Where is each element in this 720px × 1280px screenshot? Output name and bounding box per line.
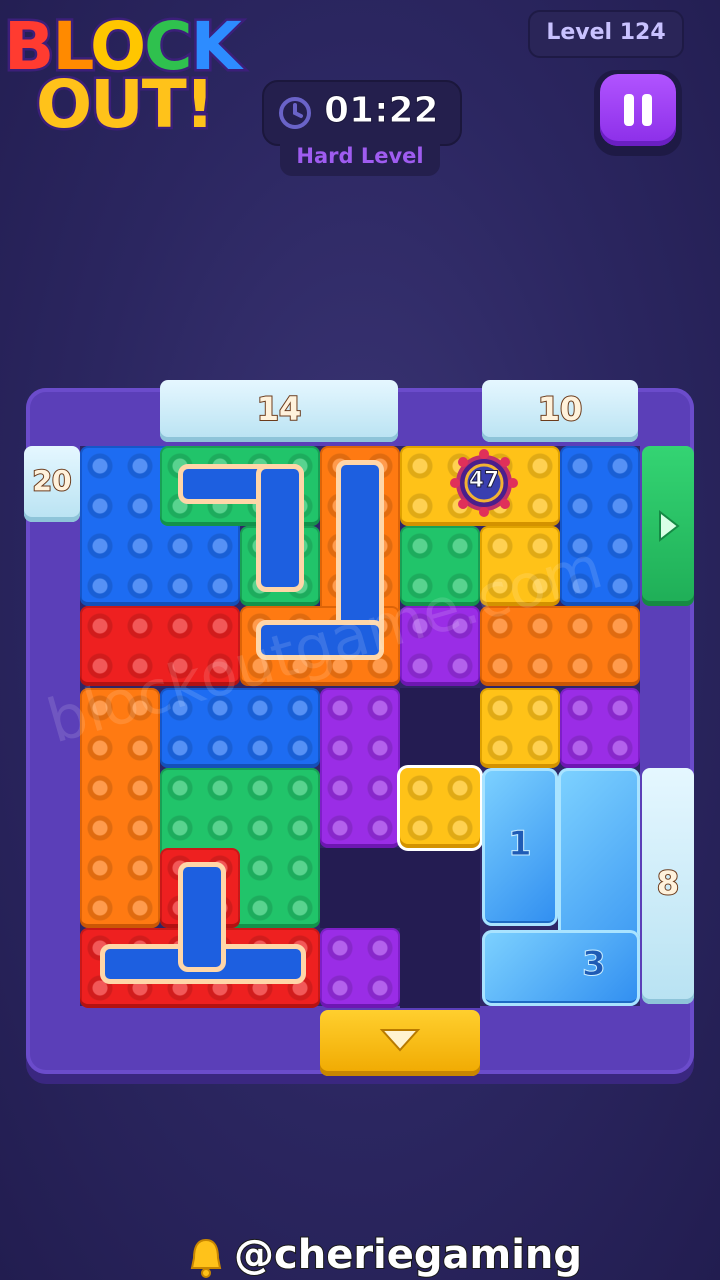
credit-text: @cheriegaming bbox=[233, 1231, 583, 1279]
block-yellow-selected[interactable] bbox=[400, 768, 480, 848]
empty-cell bbox=[320, 848, 480, 928]
empty-cell bbox=[400, 688, 480, 768]
ice-block-3-base[interactable]: 3 bbox=[482, 930, 640, 1006]
pause-icon[interactable] bbox=[600, 74, 676, 146]
pause-button[interactable] bbox=[594, 70, 682, 156]
ice-block-1[interactable]: 1 bbox=[482, 768, 558, 926]
arrow-right-icon bbox=[659, 509, 680, 543]
gate-count: 14 bbox=[256, 389, 303, 429]
bomb-counter: 47 bbox=[468, 468, 500, 494]
block-outline bbox=[256, 464, 304, 592]
block-yellow[interactable] bbox=[480, 688, 560, 768]
timer-value: 01:22 bbox=[324, 90, 440, 132]
exit-gate-green bbox=[642, 446, 694, 606]
exit-gate-top-left: 14 bbox=[160, 380, 398, 442]
difficulty-label: Hard Level bbox=[280, 140, 440, 176]
exit-gate-right: 8 bbox=[642, 768, 694, 1004]
block-purple[interactable] bbox=[320, 928, 400, 1008]
exit-gate-left: 20 bbox=[24, 446, 80, 522]
timer-panel: 01:22 bbox=[262, 80, 462, 146]
game-logo: BLOCK OUT! bbox=[1, 2, 264, 152]
ice-count: 3 bbox=[582, 944, 607, 985]
ice-count: 1 bbox=[508, 824, 533, 865]
block-purple[interactable] bbox=[320, 688, 400, 848]
exit-gate-yellow bbox=[320, 1010, 480, 1076]
gate-count: 8 bbox=[656, 863, 680, 903]
block-purple[interactable] bbox=[560, 688, 640, 768]
clock-icon bbox=[279, 97, 311, 129]
block-outline bbox=[178, 862, 226, 972]
gate-count: 10 bbox=[537, 389, 584, 429]
exit-gate-top-right: 10 bbox=[482, 380, 638, 442]
logo-line2: OUT! bbox=[34, 64, 218, 146]
gate-count: 20 bbox=[32, 463, 73, 498]
arrow-down-icon bbox=[379, 1029, 421, 1052]
bell-icon bbox=[190, 1238, 222, 1278]
empty-cell bbox=[400, 928, 480, 1008]
level-badge: Level 124 bbox=[528, 10, 684, 58]
